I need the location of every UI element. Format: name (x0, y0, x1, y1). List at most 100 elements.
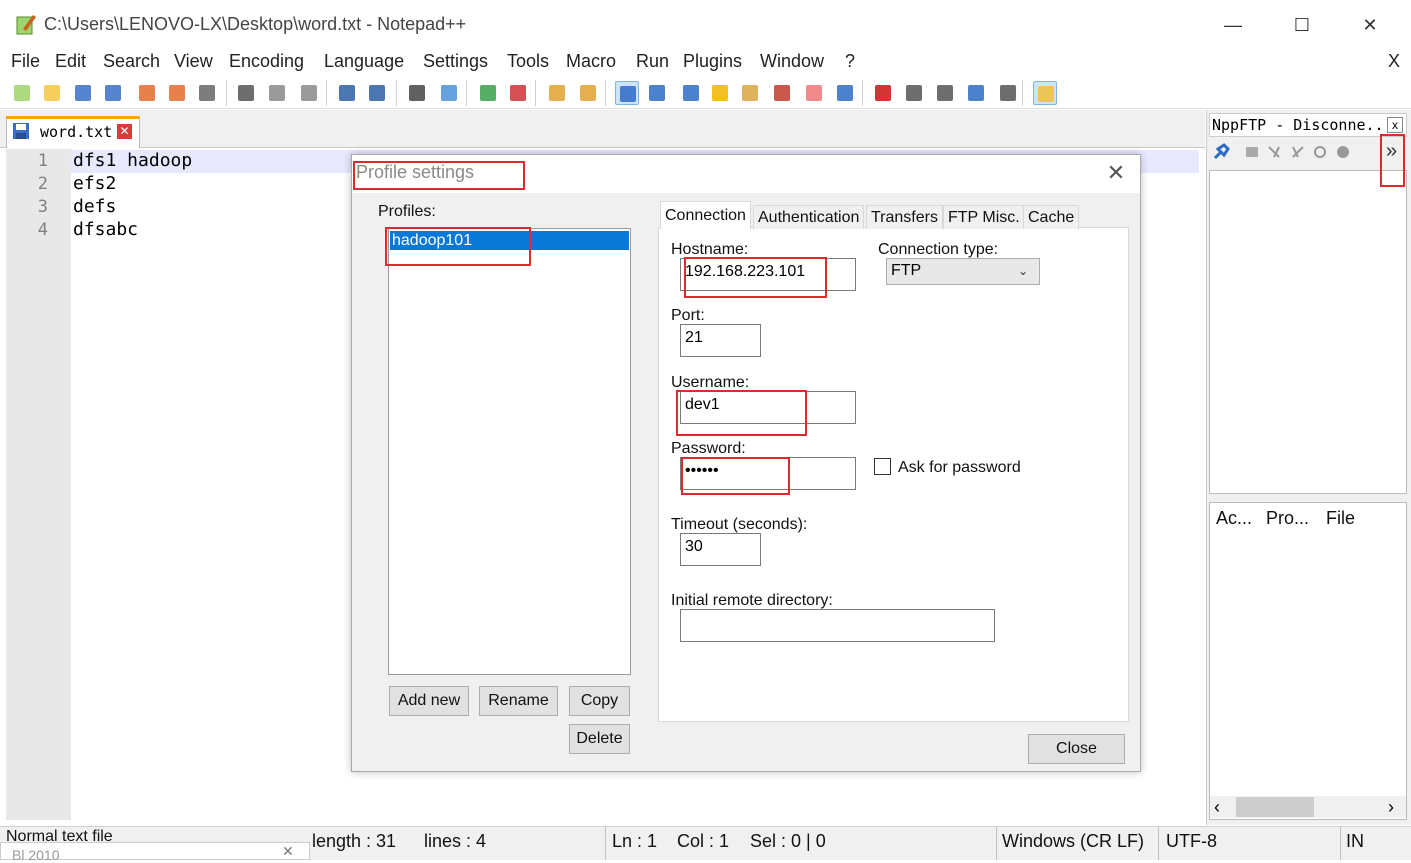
run-macro-multiple-icon[interactable] (964, 81, 988, 105)
tab-ftp-misc[interactable]: FTP Misc. (943, 205, 1025, 229)
menu-encoding[interactable]: Encoding (229, 51, 304, 72)
code-line[interactable]: dfs1 hadoop (73, 150, 192, 171)
stop-macro-icon[interactable] (902, 81, 926, 105)
copy-icon[interactable] (265, 81, 289, 105)
dialog-close-button[interactable]: Close (1028, 734, 1125, 764)
menu-search[interactable]: Search (103, 51, 160, 72)
status-insert-mode[interactable]: IN (1346, 831, 1364, 852)
password-label: Password: (671, 440, 746, 457)
port-input[interactable]: 21 (680, 324, 761, 357)
replace-icon[interactable] (437, 81, 461, 105)
connection-type-select[interactable]: FTP (886, 258, 1040, 285)
queue-column-file[interactable]: File (1326, 508, 1355, 529)
password-input[interactable]: •••••• (680, 457, 856, 490)
ftp-tree-view[interactable] (1209, 170, 1407, 494)
copy-profile-button[interactable]: Copy (569, 686, 630, 716)
settings-icon[interactable] (1244, 144, 1260, 160)
menu-window[interactable]: Window (760, 51, 824, 72)
menu-settings[interactable]: Settings (423, 51, 488, 72)
record-macro-icon[interactable] (871, 81, 895, 105)
queue-column-action[interactable]: Ac... (1216, 508, 1252, 529)
save-macro-icon[interactable] (996, 81, 1020, 105)
toolbar-expand-button[interactable]: » (1386, 140, 1397, 163)
code-line[interactable]: efs2 (73, 173, 116, 194)
sync-vertical-icon[interactable] (545, 81, 569, 105)
upload-icon[interactable] (1290, 144, 1306, 160)
overlay-close-icon[interactable]: ✕ (282, 843, 294, 860)
tab-transfers[interactable]: Transfers (866, 205, 943, 229)
close-icon[interactable] (135, 81, 159, 105)
play-macro-icon[interactable] (933, 81, 957, 105)
scroll-left-icon[interactable]: ‹ (1214, 797, 1220, 818)
tab-close-icon[interactable]: ✕ (117, 124, 132, 139)
menu-tools[interactable]: Tools (507, 51, 549, 72)
code-line[interactable]: dfsabc (73, 219, 138, 240)
timeout-input[interactable]: 30 (680, 533, 761, 566)
menu-edit[interactable]: Edit (55, 51, 86, 72)
save-icon[interactable] (71, 81, 95, 105)
menu-run[interactable]: Run (636, 51, 669, 72)
refresh-icon[interactable] (1312, 144, 1328, 160)
user-language-icon[interactable] (708, 81, 732, 105)
toolbar-separator (226, 80, 227, 106)
toolbar-separator (605, 80, 606, 106)
folder-workspace-icon[interactable] (802, 81, 826, 105)
tab-cache[interactable]: Cache (1023, 205, 1080, 229)
tab-connection[interactable]: Connection (660, 201, 751, 229)
status-eol[interactable]: Windows (CR LF) (1002, 831, 1144, 852)
indent-guide-icon[interactable] (679, 81, 703, 105)
hostname-label: Hostname: (671, 241, 749, 258)
rename-profile-button[interactable]: Rename (479, 686, 558, 716)
menu-plugins[interactable]: Plugins (683, 51, 742, 72)
dialog-close-icon[interactable]: ✕ (1102, 161, 1130, 185)
doc-map-icon[interactable] (738, 81, 762, 105)
cut-icon[interactable] (234, 81, 258, 105)
menu-file[interactable]: File (11, 51, 40, 72)
profile-item-hadoop101[interactable]: hadoop101 (390, 231, 629, 250)
sync-horizontal-icon[interactable] (576, 81, 600, 105)
undo-icon[interactable] (335, 81, 359, 105)
hostname-input[interactable]: 192.168.223.101 (680, 258, 856, 291)
profiles-list[interactable] (388, 228, 631, 675)
paste-icon[interactable] (297, 81, 321, 105)
connect-icon[interactable] (1212, 143, 1230, 161)
initial-dir-input[interactable] (680, 609, 995, 642)
menu-macro[interactable]: Macro (566, 51, 616, 72)
function-list-icon[interactable] (770, 81, 794, 105)
close-window-button[interactable]: ✕ (1350, 10, 1390, 40)
ask-password-label[interactable]: Ask for password (898, 459, 1021, 477)
scroll-right-icon[interactable]: › (1388, 797, 1394, 818)
nppftp-close-button[interactable]: x (1387, 117, 1403, 133)
menu-view[interactable]: View (174, 51, 213, 72)
menu-language[interactable]: Language (324, 51, 404, 72)
close-document-button[interactable]: X (1388, 51, 1400, 72)
ask-password-checkbox[interactable] (874, 458, 891, 475)
add-new-profile-button[interactable]: Add new (389, 686, 469, 716)
delete-profile-button[interactable]: Delete (569, 724, 630, 754)
menu-help[interactable]: ? (845, 51, 855, 72)
status-encoding[interactable]: UTF-8 (1166, 831, 1217, 852)
abort-icon[interactable] (1335, 144, 1351, 160)
code-line[interactable]: defs (73, 196, 116, 217)
maximize-button[interactable]: ☐ (1282, 10, 1322, 40)
zoom-out-icon[interactable] (506, 81, 530, 105)
print-icon[interactable] (195, 81, 219, 105)
zoom-in-icon[interactable] (476, 81, 500, 105)
minimize-button[interactable]: — (1213, 10, 1253, 40)
download-icon[interactable] (1266, 144, 1282, 160)
nppftp-icon[interactable] (1033, 81, 1057, 105)
username-input[interactable]: dev1 (680, 391, 856, 424)
close-all-icon[interactable] (165, 81, 189, 105)
redo-icon[interactable] (365, 81, 389, 105)
transfer-queue[interactable] (1209, 502, 1407, 820)
monitoring-icon[interactable] (833, 81, 857, 105)
new-file-icon[interactable] (10, 81, 34, 105)
save-all-icon[interactable] (101, 81, 125, 105)
find-icon[interactable] (405, 81, 429, 105)
queue-column-progress[interactable]: Pro... (1266, 508, 1309, 529)
open-file-icon[interactable] (40, 81, 64, 105)
scrollbar-thumb[interactable] (1236, 797, 1314, 817)
word-wrap-icon[interactable] (615, 81, 639, 105)
show-all-chars-icon[interactable] (645, 81, 669, 105)
tab-authentication[interactable]: Authentication (753, 205, 865, 229)
